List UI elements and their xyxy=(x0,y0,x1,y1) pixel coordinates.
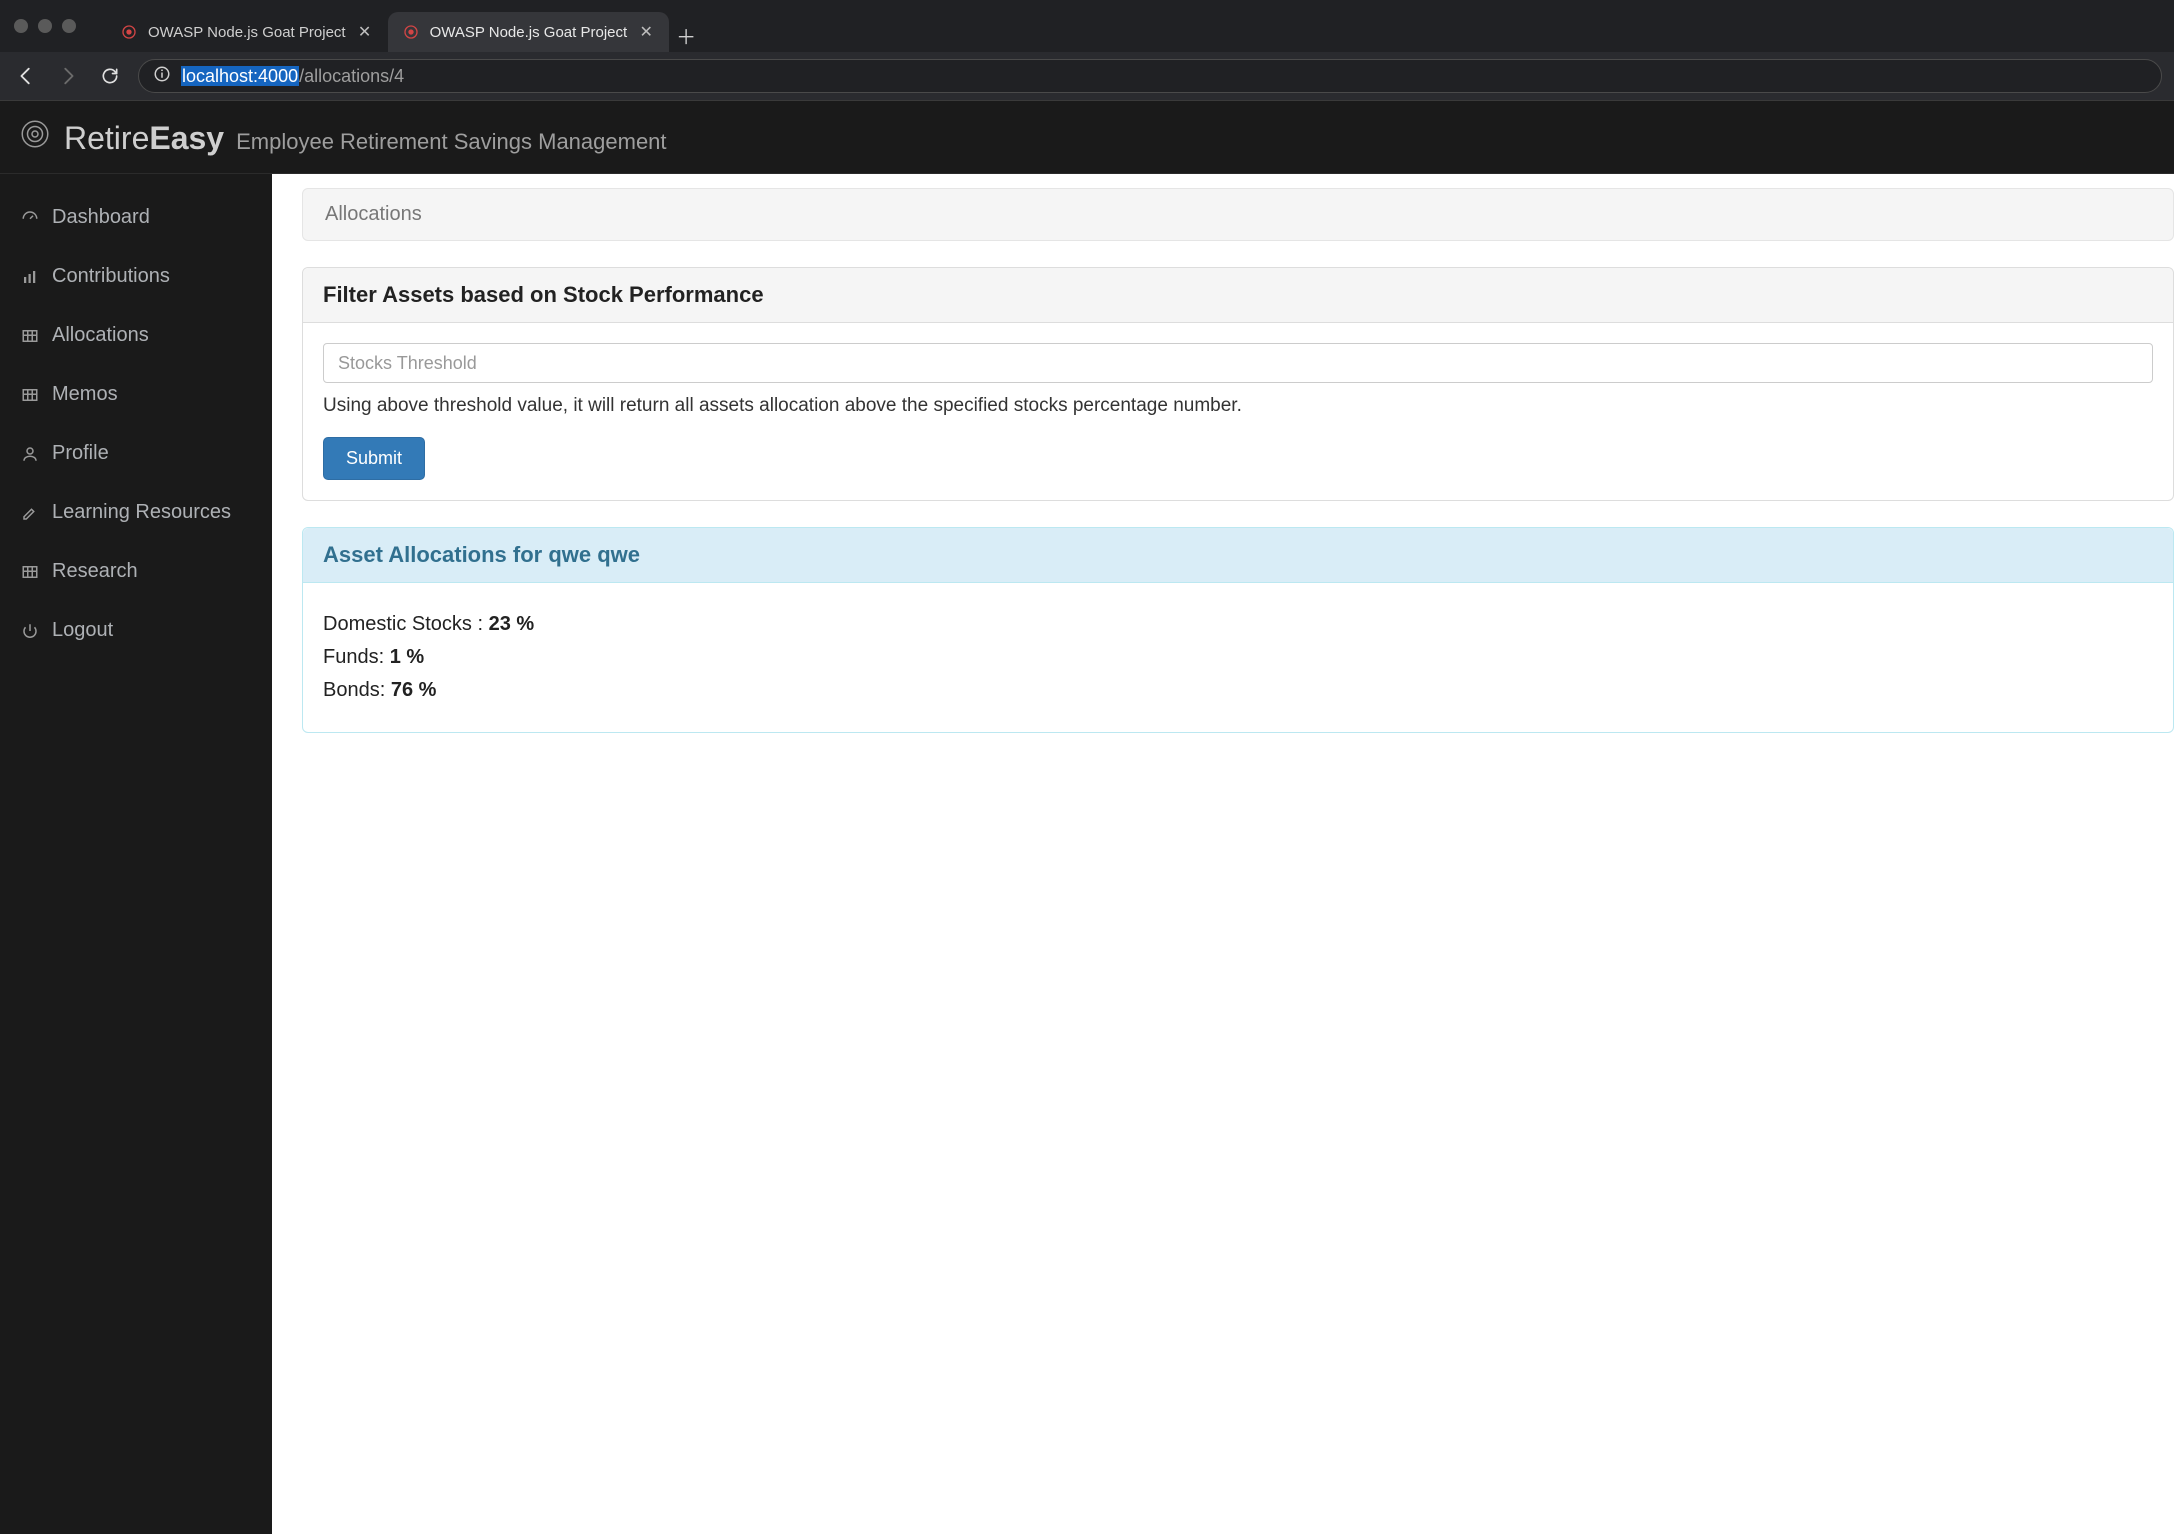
reload-button[interactable] xyxy=(96,62,124,90)
bar-chart-icon xyxy=(20,267,40,287)
target-icon xyxy=(402,23,420,41)
app-header: RetireEasy Employee Retirement Savings M… xyxy=(0,101,2174,174)
brand-subtitle: Employee Retirement Savings Management xyxy=(236,129,666,155)
close-icon[interactable]: ✕ xyxy=(356,23,374,41)
table-icon xyxy=(20,385,40,405)
forward-button[interactable] xyxy=(54,62,82,90)
sidebar-item-label: Dashboard xyxy=(52,206,150,229)
sidebar-item-label: Memos xyxy=(52,383,118,406)
sidebar-item-memos[interactable]: Memos xyxy=(0,365,272,424)
breadcrumb: Allocations xyxy=(302,188,2174,241)
tabstrip: OWASP Node.js Goat Project ✕ OWASP Node.… xyxy=(106,0,703,52)
allocations-panel: Asset Allocations for qwe qwe Domestic S… xyxy=(302,527,2174,733)
sidebar-item-contributions[interactable]: Contributions xyxy=(0,247,272,306)
back-button[interactable] xyxy=(12,62,40,90)
sidebar-item-allocations[interactable]: Allocations xyxy=(0,306,272,365)
browser-toolbar: localhost:4000/allocations/4 xyxy=(0,52,2174,100)
browser-tab-inactive[interactable]: OWASP Node.js Goat Project ✕ xyxy=(106,12,388,52)
browser-chrome: OWASP Node.js Goat Project ✕ OWASP Node.… xyxy=(0,0,2174,101)
table-icon xyxy=(20,562,40,582)
edit-icon xyxy=(20,503,40,523)
brand-name: RetireEasy xyxy=(64,120,224,157)
filter-help-text: Using above threshold value, it will ret… xyxy=(323,395,2153,417)
window-zoom-icon[interactable] xyxy=(62,19,76,33)
window-minimize-icon[interactable] xyxy=(38,19,52,33)
browser-tab-active[interactable]: OWASP Node.js Goat Project ✕ xyxy=(388,12,670,52)
allocation-row: Domestic Stocks : 23 % xyxy=(323,613,2153,636)
allocation-value: 1 % xyxy=(390,646,424,668)
submit-button[interactable]: Submit xyxy=(323,437,425,480)
sidebar: Dashboard Contributions Allocations Memo… xyxy=(0,174,272,1534)
stocks-threshold-input[interactable] xyxy=(323,343,2153,383)
power-icon xyxy=(20,621,40,641)
allocation-label: Bonds: xyxy=(323,679,391,701)
sidebar-item-label: Contributions xyxy=(52,265,170,288)
main-content: Allocations Filter Assets based on Stock… xyxy=(272,174,2174,1534)
window-controls xyxy=(14,19,76,33)
url-path: /allocations/4 xyxy=(299,66,404,86)
allocation-value: 76 % xyxy=(391,679,437,701)
sidebar-item-research[interactable]: Research xyxy=(0,542,272,601)
allocations-panel-title: Asset Allocations for qwe qwe xyxy=(303,528,2173,583)
new-tab-button[interactable]: ＋ xyxy=(669,18,703,52)
sidebar-item-logout[interactable]: Logout xyxy=(0,601,272,660)
sidebar-item-label: Logout xyxy=(52,619,113,642)
url-host: localhost:4000 xyxy=(181,66,299,86)
breadcrumb-current: Allocations xyxy=(325,203,422,225)
address-bar[interactable]: localhost:4000/allocations/4 xyxy=(138,59,2162,93)
allocation-row: Funds: 1 % xyxy=(323,646,2153,669)
target-circle-icon xyxy=(20,119,50,149)
titlebar: OWASP Node.js Goat Project ✕ OWASP Node.… xyxy=(0,0,2174,52)
allocation-label: Funds: xyxy=(323,646,390,668)
dashboard-icon xyxy=(20,208,40,228)
brand: RetireEasy Employee Retirement Savings M… xyxy=(20,119,2154,157)
info-icon xyxy=(153,65,171,88)
tab-title: OWASP Node.js Goat Project xyxy=(148,24,346,41)
close-icon[interactable]: ✕ xyxy=(637,23,655,41)
allocation-row: Bonds: 76 % xyxy=(323,679,2153,702)
target-icon xyxy=(120,23,138,41)
app-body: Dashboard Contributions Allocations Memo… xyxy=(0,174,2174,1534)
allocation-label: Domestic Stocks : xyxy=(323,613,489,635)
filter-panel: Filter Assets based on Stock Performance… xyxy=(302,267,2174,501)
filter-panel-title: Filter Assets based on Stock Performance xyxy=(303,268,2173,323)
table-icon xyxy=(20,326,40,346)
sidebar-item-label: Learning Resources xyxy=(52,501,231,524)
sidebar-item-dashboard[interactable]: Dashboard xyxy=(0,188,272,247)
user-icon xyxy=(20,444,40,464)
allocation-value: 23 % xyxy=(489,613,535,635)
window-close-icon[interactable] xyxy=(14,19,28,33)
sidebar-item-profile[interactable]: Profile xyxy=(0,424,272,483)
sidebar-item-label: Allocations xyxy=(52,324,149,347)
sidebar-item-learning-resources[interactable]: Learning Resources xyxy=(0,483,272,542)
tab-title: OWASP Node.js Goat Project xyxy=(430,24,628,41)
sidebar-item-label: Profile xyxy=(52,442,109,465)
sidebar-item-label: Research xyxy=(52,560,138,583)
